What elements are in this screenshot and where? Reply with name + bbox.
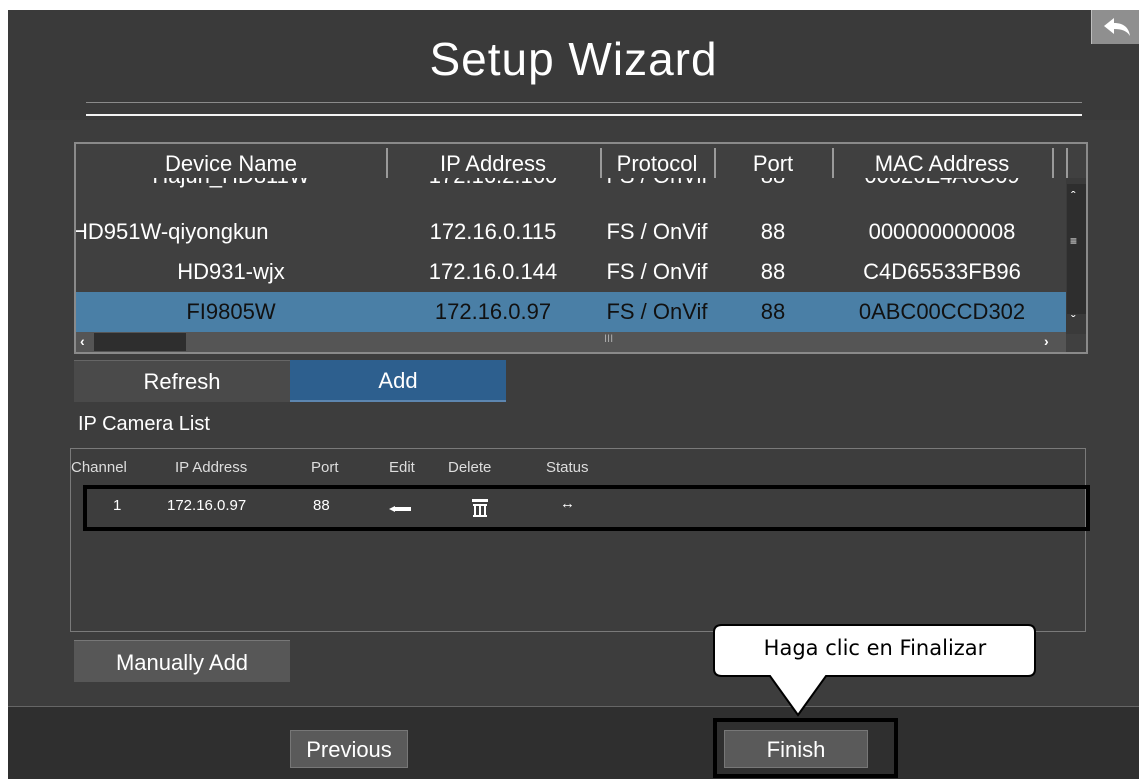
camera-list-panel: Channel IP Address Port Edit Delete Stat… xyxy=(70,448,1090,632)
device-protocol: FS / OnVif xyxy=(606,299,708,324)
device-row[interactable]: HD931-wjx 172.16.0.144 FS / OnVif 88 C4D… xyxy=(76,252,1066,292)
device-ip: 172.16.2.160 xyxy=(388,178,598,190)
camera-channel: 1 xyxy=(113,497,122,514)
back-arrow-icon xyxy=(1104,18,1130,36)
device-mac: 0ABC00CCD302 xyxy=(858,299,1026,324)
callout-text: Haga clic en Finalizar xyxy=(763,636,987,660)
col-status: Status xyxy=(546,459,589,476)
horizontal-scrollbar[interactable]: ‹ III › xyxy=(76,332,1066,352)
col-port: Port xyxy=(311,459,339,476)
col-device-name[interactable]: Device Name xyxy=(76,144,386,178)
scroll-grip-icon: ≡ xyxy=(1070,234,1078,248)
title-bar: Setup Wizard xyxy=(8,10,1139,120)
add-button[interactable]: Add xyxy=(290,360,506,402)
device-name: HD931-wjx xyxy=(177,259,285,284)
setup-wizard-window: Setup Wizard Device Name IP Address Prot… xyxy=(8,10,1139,779)
column-separator xyxy=(1066,148,1068,178)
scroll-left-icon[interactable]: ‹ xyxy=(80,333,85,349)
edit-icon[interactable] xyxy=(389,505,411,513)
col-ip-address: IP Address xyxy=(175,459,248,476)
col-mac-address[interactable]: MAC Address xyxy=(834,144,1050,178)
device-table-header: Device Name IP Address Protocol Port MAC… xyxy=(76,144,1086,178)
device-search-table: Device Name IP Address Protocol Port MAC… xyxy=(74,142,1088,354)
device-protocol: FS / OnVif xyxy=(606,219,708,244)
device-name: HD951W-qiyongkun xyxy=(74,219,269,244)
scroll-grip-icon: III xyxy=(604,333,614,345)
column-separator xyxy=(1052,148,1054,178)
device-mac: 00626E4A6C09 xyxy=(834,178,1050,190)
title-divider-light xyxy=(86,114,1082,116)
title-divider xyxy=(86,102,1082,103)
device-port: 88 xyxy=(760,259,786,284)
device-ip: 172.16.0.115 xyxy=(429,219,557,244)
camera-ip: 172.16.0.97 xyxy=(167,497,247,514)
horizontal-scroll-thumb[interactable] xyxy=(94,333,186,351)
manually-add-button[interactable]: Manually Add xyxy=(74,640,290,682)
device-row-selected[interactable]: FI9805W 172.16.0.97 FS / OnVif 88 0ABC00… xyxy=(76,292,1066,332)
page-title: Setup Wizard xyxy=(429,33,718,85)
device-mac: 000000000008 xyxy=(868,219,1016,244)
device-ip: 172.16.0.144 xyxy=(428,259,558,284)
device-name: Hajun_HD811W xyxy=(76,178,386,190)
device-ip: 172.16.0.97 xyxy=(434,299,552,324)
device-port: 88 xyxy=(760,299,786,324)
col-channel: Channel xyxy=(71,459,127,476)
camera-port: 88 xyxy=(313,497,330,514)
link-status-icon: ↔ xyxy=(560,495,575,512)
device-protocol: FS / OnVif xyxy=(606,259,708,284)
device-mac: C4D65533FB96 xyxy=(863,259,1021,284)
scroll-down-icon[interactable]: ˇ xyxy=(1071,312,1076,328)
device-name: FI9805W xyxy=(186,299,276,324)
back-button[interactable] xyxy=(1091,10,1139,44)
col-protocol[interactable]: Protocol xyxy=(602,144,712,178)
col-delete: Delete xyxy=(448,459,492,476)
camera-list-label: IP Camera List xyxy=(78,413,210,435)
device-row[interactable]: HD951W-qiyongkun 172.16.0.115 FS / OnVif… xyxy=(76,212,1066,252)
vertical-scrollbar[interactable]: ˆ ≡ ˇ xyxy=(1066,178,1086,334)
previous-button[interactable]: Previous xyxy=(290,730,408,768)
trash-icon[interactable] xyxy=(470,498,490,518)
partial-device-row[interactable]: Hajun_HD811W 172.16.2.160 FS / OnVif 88 … xyxy=(76,178,1066,190)
col-port[interactable]: Port xyxy=(716,144,830,178)
col-edit: Edit xyxy=(389,459,415,476)
refresh-button[interactable]: Refresh xyxy=(74,360,290,402)
scroll-up-icon[interactable]: ˆ xyxy=(1071,188,1076,204)
device-protocol: FS / OnVif xyxy=(602,178,712,190)
device-port: 88 xyxy=(716,178,830,190)
device-port: 88 xyxy=(760,219,786,244)
vertical-scroll-thumb[interactable] xyxy=(1067,184,1086,314)
col-ip-address[interactable]: IP Address xyxy=(388,144,598,178)
scroll-right-icon[interactable]: › xyxy=(1044,333,1049,349)
